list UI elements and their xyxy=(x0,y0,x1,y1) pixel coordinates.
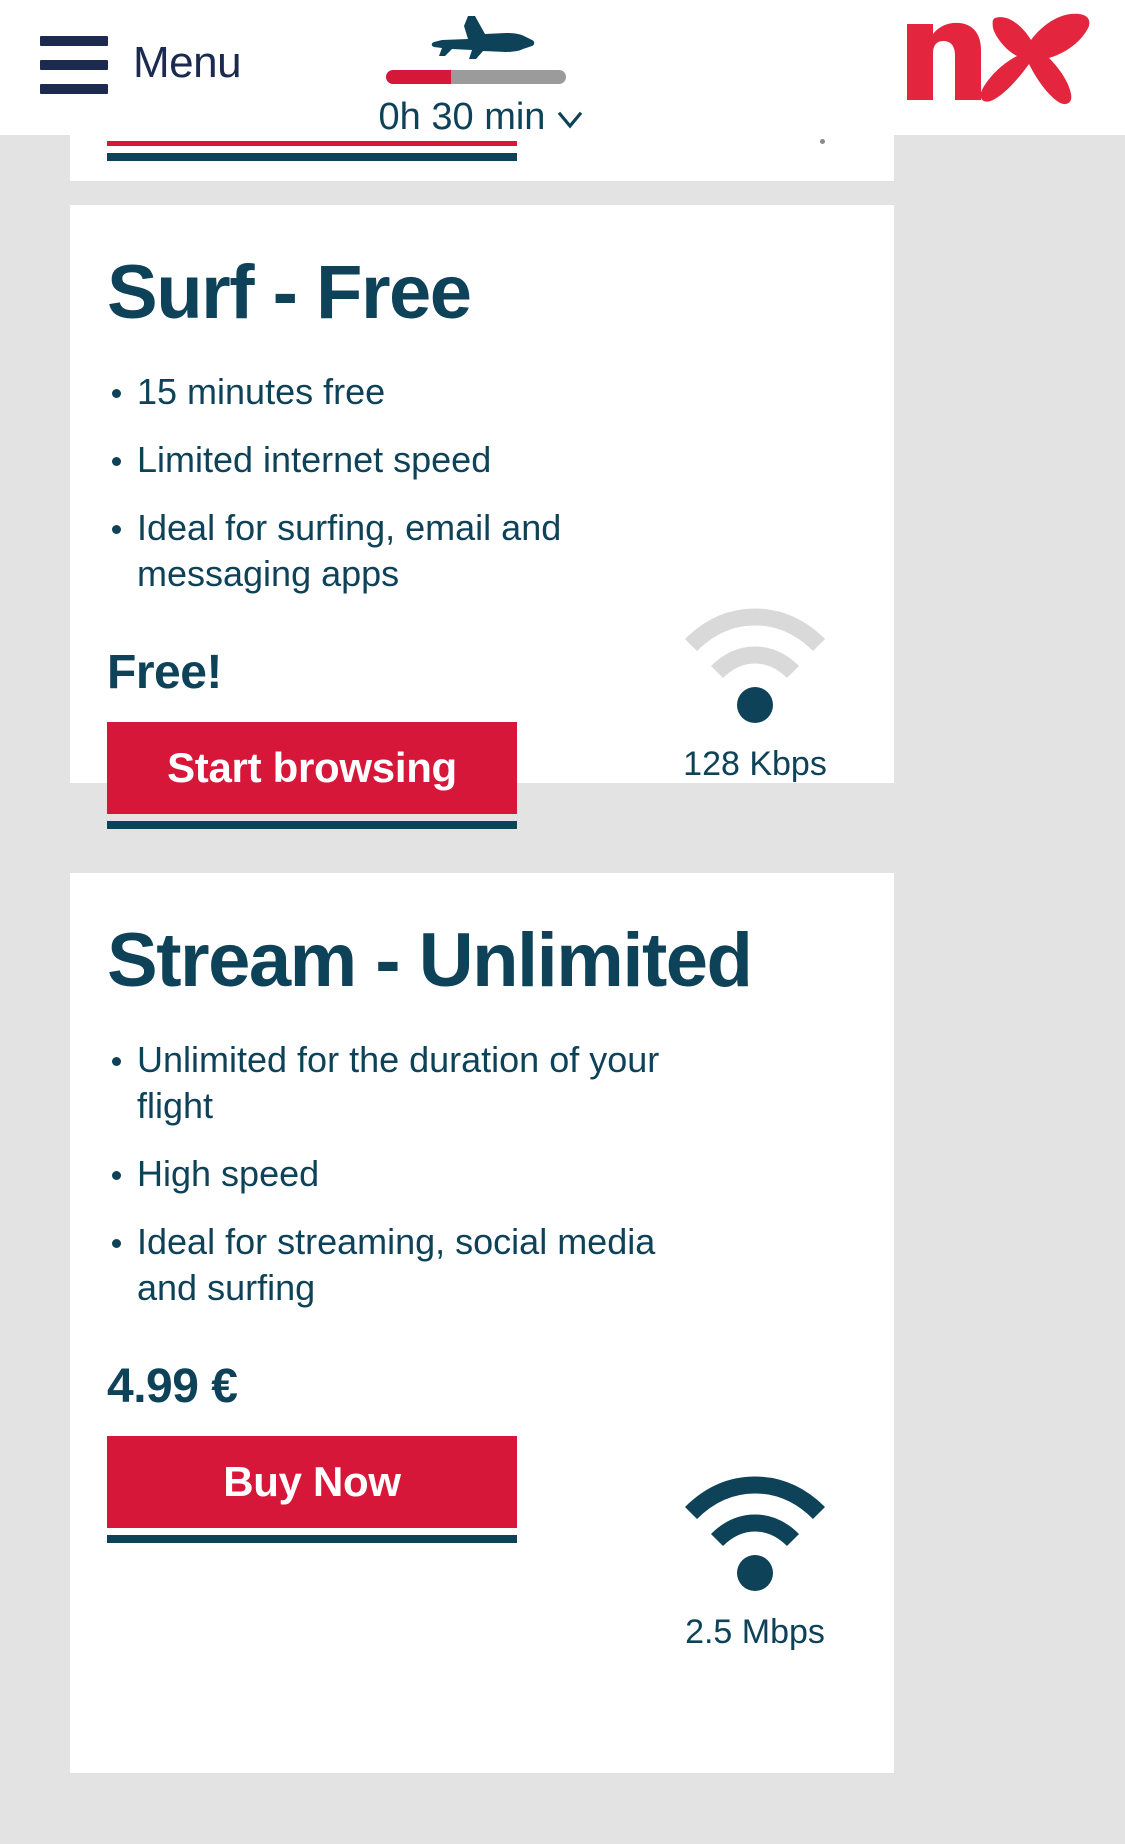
plans-scroll-area[interactable]: Surf - Free 15 minutes free Limited inte… xyxy=(0,135,1125,1844)
plan-title: Stream - Unlimited xyxy=(107,918,753,1003)
plan-title: Surf - Free xyxy=(107,250,472,335)
plan-feature-list: Unlimited for the duration of your fligh… xyxy=(107,1037,854,1311)
partial-cta-remnant xyxy=(107,141,517,161)
norwegian-logo[interactable] xyxy=(903,8,1093,108)
buy-now-button[interactable]: Buy Now xyxy=(107,1436,517,1528)
plan-card-surf-free: Surf - Free 15 minutes free Limited inte… xyxy=(70,205,894,829)
hamburger-icon[interactable] xyxy=(40,36,108,94)
list-item: Limited internet speed xyxy=(107,437,697,483)
plan-price: 4.99 € xyxy=(107,1360,238,1413)
partial-wifi-dot xyxy=(820,139,825,144)
list-item: Unlimited for the duration of your fligh… xyxy=(107,1037,697,1129)
list-item: 15 minutes free xyxy=(107,369,697,415)
wifi-strong-icon xyxy=(684,1476,826,1591)
hamburger-bar xyxy=(40,60,108,70)
chevron-down-icon xyxy=(558,111,583,128)
cta-underline xyxy=(107,821,517,829)
hamburger-bar xyxy=(40,84,108,94)
wifi-weak-icon xyxy=(684,608,826,723)
airplane-icon xyxy=(431,16,535,59)
list-item: High speed xyxy=(107,1151,697,1197)
plan-feature-list: 15 minutes free Limited internet speed I… xyxy=(107,369,854,597)
menu-button-label[interactable]: Menu xyxy=(133,38,242,88)
plan-card-stream-unlimited: Stream - Unlimited Unlimited for the dur… xyxy=(70,873,894,1773)
speed-label: 128 Kbps xyxy=(683,745,827,783)
wifi-speed-badge: 2.5 Mbps xyxy=(650,1473,860,1652)
list-item: Ideal for surfing, email and messaging a… xyxy=(107,505,697,597)
start-browsing-button[interactable]: Start browsing xyxy=(107,722,517,814)
flight-time-dropdown[interactable]: 0h 30 min xyxy=(376,96,586,139)
cta-underline xyxy=(107,1535,517,1543)
previous-plan-card-partial xyxy=(70,135,894,181)
wifi-portal-page: Menu 0h 30 min Surf - Free 15 minutes fr… xyxy=(0,0,1125,1844)
list-item: Ideal for streaming, social media and su… xyxy=(107,1219,697,1311)
partial-cta-underline xyxy=(107,153,517,161)
flight-progress-bar xyxy=(386,70,566,84)
wifi-speed-badge: 128 Kbps xyxy=(650,605,860,784)
app-header: Menu 0h 30 min xyxy=(0,0,1125,138)
flight-progress-fill xyxy=(386,70,451,84)
hamburger-bar xyxy=(40,36,108,46)
flight-time-label: 0h 30 min xyxy=(378,96,546,138)
speed-label: 2.5 Mbps xyxy=(685,1613,825,1651)
partial-cta-red xyxy=(107,141,517,146)
